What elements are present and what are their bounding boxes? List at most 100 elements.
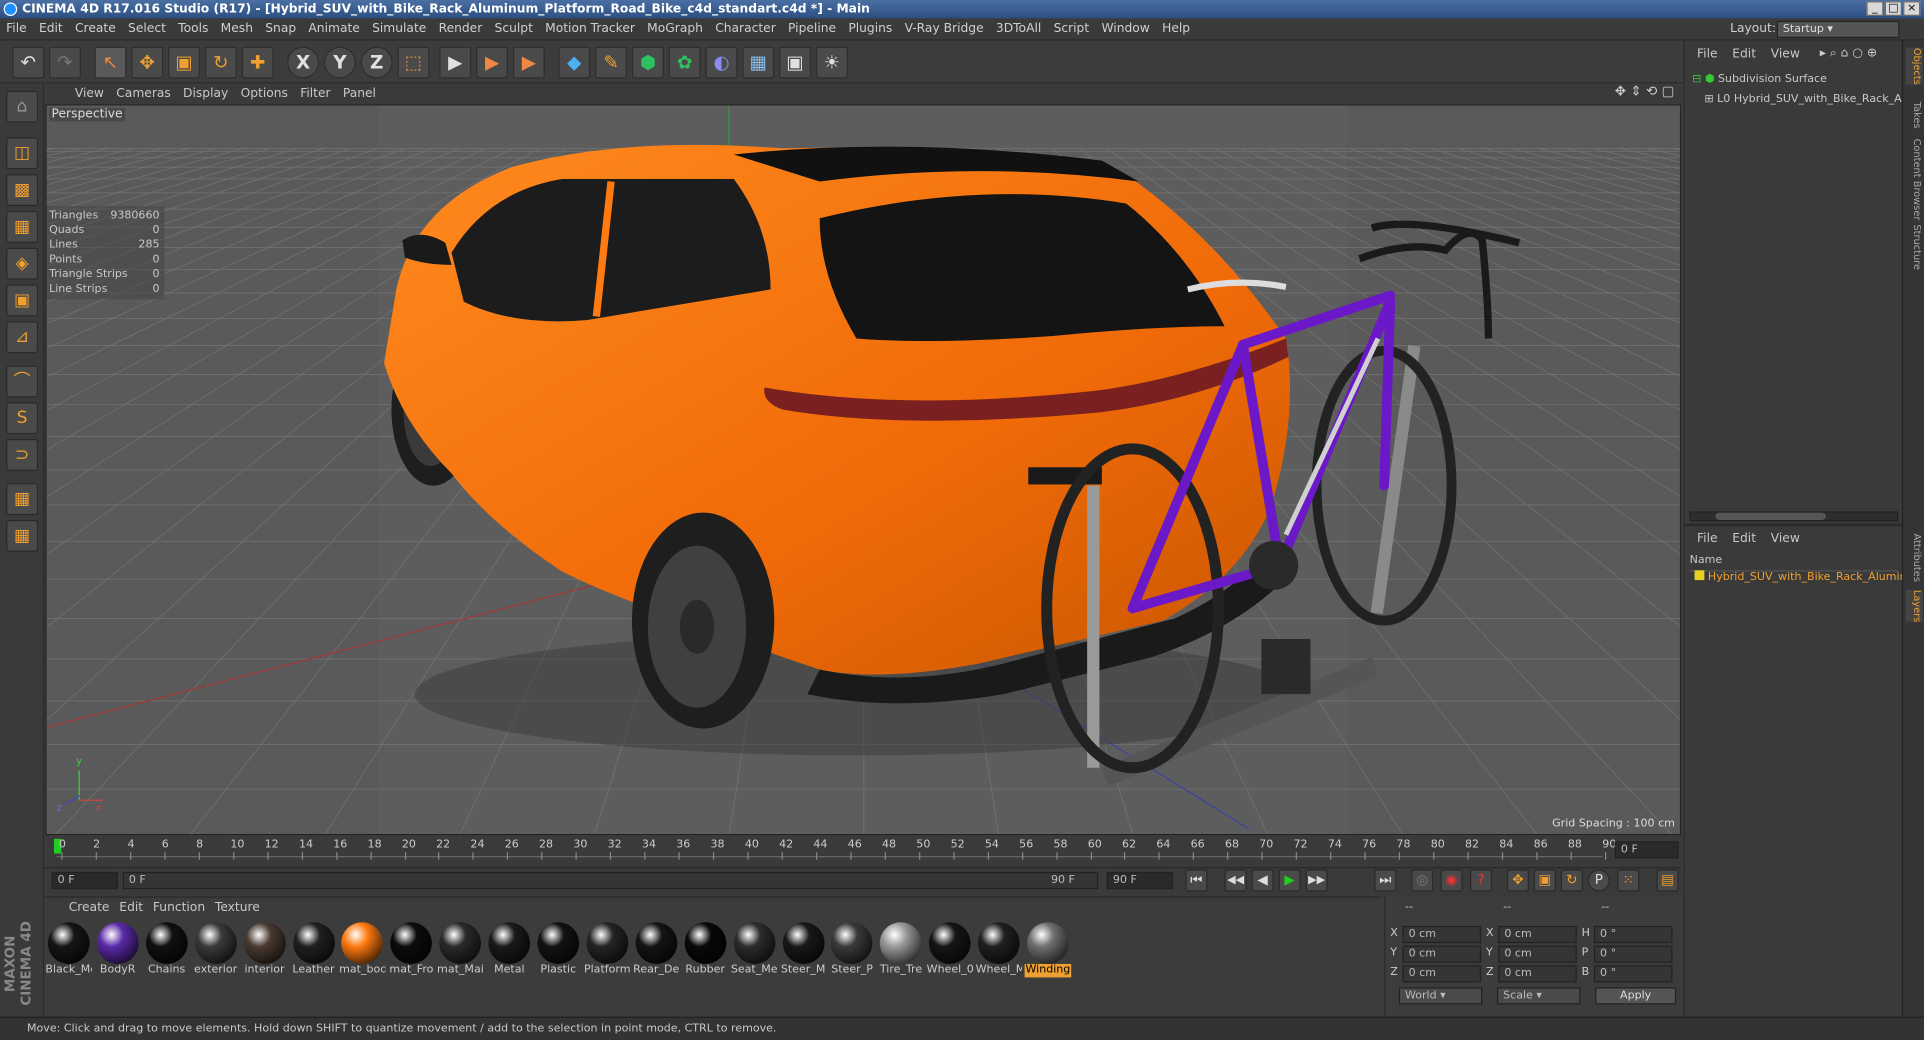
close-button[interactable]: ×: [1903, 1, 1921, 16]
viewport-camera-label[interactable]: Perspective: [49, 107, 126, 122]
coord-field[interactable]: 0 cm: [1498, 925, 1577, 944]
material-swatch[interactable]: Black_Me: [45, 922, 92, 977]
menu-pipeline[interactable]: Pipeline: [782, 18, 842, 40]
menu-character[interactable]: Character: [709, 18, 782, 40]
menu-v-ray-bridge[interactable]: V-Ray Bridge: [898, 18, 989, 40]
material-swatch[interactable]: Plastic: [535, 922, 582, 977]
maximize-button[interactable]: □: [1884, 1, 1902, 16]
coord-field[interactable]: 0 °: [1593, 965, 1673, 983]
snap-icon[interactable]: ⊃: [6, 439, 39, 471]
locked-workplane-icon[interactable]: ▦: [6, 520, 39, 552]
layout-select[interactable]: Startup ▾: [1776, 20, 1900, 39]
current-frame-field[interactable]: 0 F: [1614, 841, 1679, 859]
timeline-window-icon[interactable]: ▤: [1656, 869, 1679, 892]
texture-mode-icon[interactable]: ▩: [6, 174, 39, 207]
viewport-menu-filter[interactable]: Filter: [294, 83, 337, 104]
material-menu-create[interactable]: Create: [44, 901, 119, 914]
polygon-mode-icon[interactable]: ⊿: [6, 321, 39, 354]
coord-field[interactable]: 0 cm: [1498, 965, 1577, 983]
prev-frame-button[interactable]: ◀: [1251, 869, 1274, 892]
record-keys-icon[interactable]: ◎: [1411, 869, 1434, 892]
play-button[interactable]: ▶: [1278, 869, 1301, 892]
material-menu-edit[interactable]: Edit: [119, 901, 153, 914]
menu-edit[interactable]: Edit: [33, 18, 69, 40]
menu-animate[interactable]: Animate: [302, 18, 366, 40]
viewport-menu-panel[interactable]: Panel: [337, 83, 382, 104]
menu-window[interactable]: Window: [1095, 18, 1156, 40]
tab-content-browser[interactable]: Content Browser: [1906, 139, 1923, 221]
viewport-menu-options[interactable]: Options: [234, 83, 294, 104]
cinema-logo-icon[interactable]: ⌂: [6, 90, 39, 123]
menu-file[interactable]: File: [0, 18, 33, 40]
key-pla-icon[interactable]: ⁙: [1617, 869, 1640, 892]
axis-mode-icon[interactable]: ⌒: [6, 365, 39, 398]
tab-layers[interactable]: Layers: [1905, 589, 1923, 623]
viewport-menu-cameras[interactable]: Cameras: [110, 83, 177, 104]
tab-structure[interactable]: Structure: [1906, 224, 1923, 270]
z-axis-button[interactable]: Z: [360, 46, 393, 79]
tab-attributes[interactable]: Attributes: [1906, 533, 1923, 581]
frame-range-slider[interactable]: 0 F 90 F: [122, 871, 1099, 890]
key-scale-icon[interactable]: ▣: [1533, 869, 1556, 892]
goto-end-button[interactable]: ⏭: [1374, 869, 1397, 892]
object-menu-edit[interactable]: Edit: [1725, 45, 1763, 65]
menu-simulate[interactable]: Simulate: [366, 18, 432, 40]
material-swatch[interactable]: Metal: [486, 922, 533, 977]
viewport-nav-icon[interactable]: ✥ ⇕ ⟲ ▢: [1615, 83, 1675, 99]
render-view-button[interactable]: ▶: [439, 46, 472, 79]
material-swatch[interactable]: Wheel_M: [976, 922, 1022, 977]
object-menu-view[interactable]: View: [1763, 45, 1807, 65]
coord-field[interactable]: 0 cm: [1402, 945, 1482, 963]
material-menu-function[interactable]: Function: [153, 901, 215, 914]
minimize-button[interactable]: _: [1866, 1, 1884, 16]
menu-mograph[interactable]: MoGraph: [641, 18, 709, 40]
menu-plugins[interactable]: Plugins: [842, 18, 898, 40]
coord-system-button[interactable]: ⬚: [397, 46, 430, 79]
move-tool-button[interactable]: ✥: [131, 46, 164, 79]
material-swatch[interactable]: exterior: [192, 922, 239, 977]
x-axis-button[interactable]: X: [287, 46, 320, 79]
material-swatch[interactable]: Rubber: [682, 922, 729, 977]
viewport-menu-display[interactable]: Display: [177, 83, 235, 104]
auto-key-icon[interactable]: ◉: [1440, 869, 1463, 892]
mograph-button[interactable]: ✿: [668, 46, 701, 79]
goto-start-button[interactable]: ⏮: [1185, 869, 1208, 892]
rotate-tool-button[interactable]: ↻: [204, 46, 237, 79]
scale-tool-button[interactable]: ▣: [168, 46, 201, 79]
deformer-button[interactable]: ◐: [705, 46, 738, 79]
tab-objects[interactable]: Objects: [1905, 47, 1923, 85]
material-swatch[interactable]: Tire_Tre: [878, 922, 925, 977]
key-param-icon[interactable]: P: [1587, 869, 1610, 892]
add-tool-button[interactable]: ✚: [241, 46, 274, 79]
camera-button[interactable]: ▣: [779, 46, 812, 79]
coord-field[interactable]: 0 cm: [1402, 925, 1482, 944]
layer-item[interactable]: Hybrid_SUV_with_Bike_Rack_Alumin: [1694, 568, 1907, 588]
menu-help[interactable]: Help: [1156, 18, 1196, 40]
object-hybrid-suv[interactable]: ⊞ L0 Hybrid_SUV_with_Bike_Rack_Alumi: [1704, 90, 1924, 110]
object-manager-tools-icon[interactable]: ▸ ⌕ ⌂ ○ ⊕: [1820, 47, 1877, 60]
coord-field[interactable]: 0 cm: [1402, 965, 1482, 983]
material-swatch[interactable]: BodyR: [94, 922, 141, 977]
coord-field[interactable]: 0 °: [1593, 945, 1673, 963]
material-swatch[interactable]: Chains: [143, 922, 190, 977]
material-swatch[interactable]: Seat_Me: [731, 922, 777, 977]
menu-sculpt[interactable]: Sculpt: [488, 18, 539, 40]
material-swatch[interactable]: mat_Fro: [388, 922, 435, 977]
point-mode-icon[interactable]: ◈: [6, 247, 39, 280]
material-swatch[interactable]: Winding: [1024, 922, 1072, 978]
y-axis-button[interactable]: Y: [323, 46, 356, 79]
prev-key-button[interactable]: ◀◀: [1224, 869, 1247, 892]
key-position-icon[interactable]: ✥: [1506, 869, 1529, 892]
menu-script[interactable]: Script: [1047, 18, 1095, 40]
material-swatch[interactable]: Leather: [290, 922, 337, 977]
material-swatch[interactable]: Steer_P: [829, 922, 876, 977]
next-frame-button[interactable]: ▶▶: [1305, 869, 1328, 892]
tweak-mode-icon[interactable]: S: [6, 402, 39, 435]
menu-motion-tracker[interactable]: Motion Tracker: [539, 18, 641, 40]
material-menu-texture[interactable]: Texture: [215, 901, 270, 914]
layer-menu-file[interactable]: File: [1690, 530, 1725, 550]
coord-scale-select[interactable]: Scale ▾: [1496, 987, 1581, 1005]
start-frame-field[interactable]: 0 F: [51, 871, 118, 890]
apply-button[interactable]: Apply: [1595, 987, 1677, 1005]
layer-menu-edit[interactable]: Edit: [1725, 530, 1763, 550]
